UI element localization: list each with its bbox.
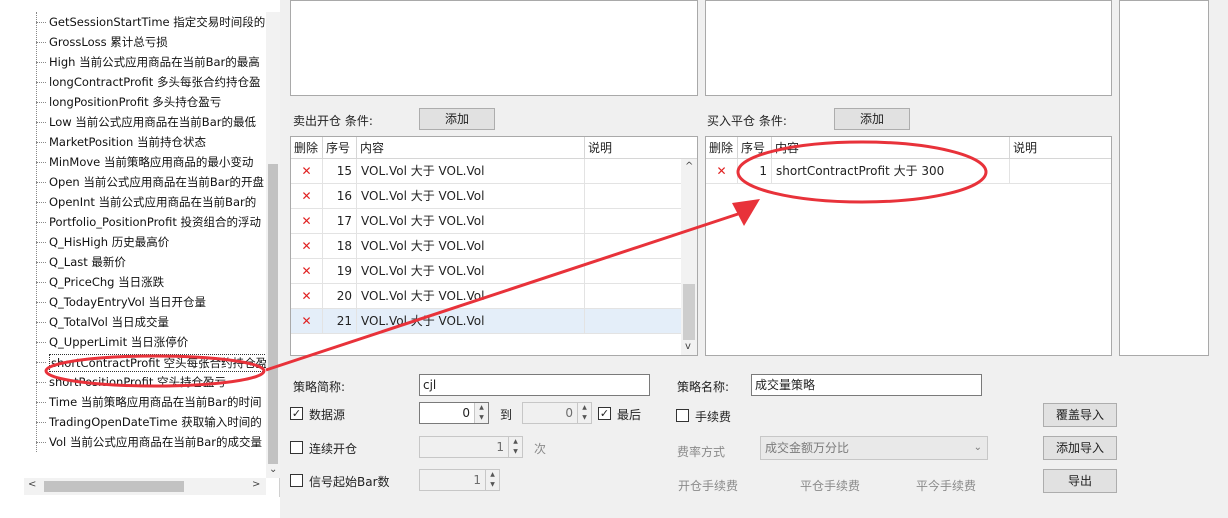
annotation-arrow-line [265,212,739,372]
annotation-ellipse-tree [44,354,266,388]
annotation-ellipse-grid [736,140,988,204]
annotation-arrow-head [732,199,760,226]
annotation-overlay [44,140,988,388]
